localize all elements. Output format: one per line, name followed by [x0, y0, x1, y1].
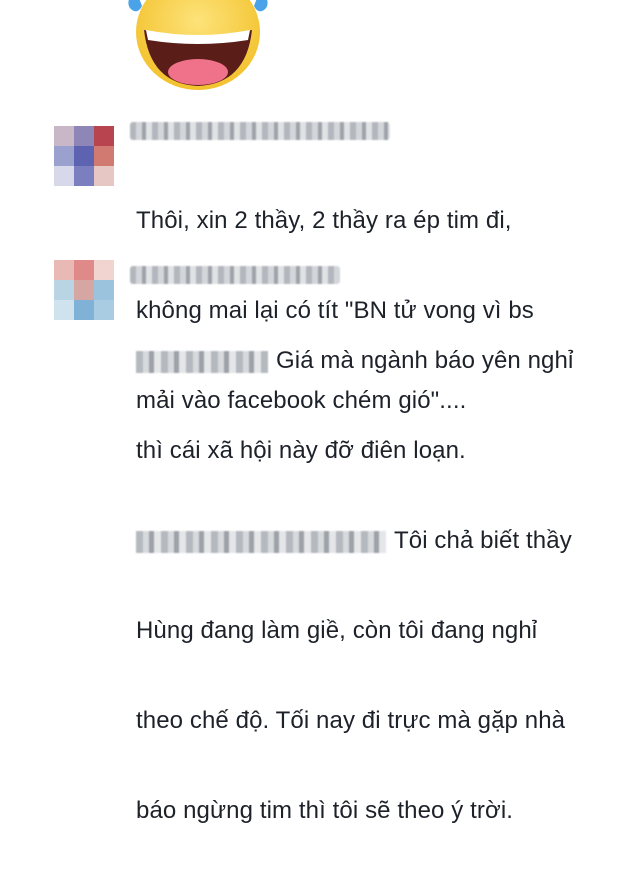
laughing-tears-emoji-icon [128, 0, 268, 90]
reply-line: theo chế độ. Tối nay đi trực mà gặp nhà [136, 707, 566, 734]
reply-line: thì cái xã hội này đỡ điên loạn. [136, 437, 466, 464]
avatar[interactable] [54, 126, 114, 186]
blurred-mention[interactable] [136, 350, 268, 373]
reply-text: Giá mà ngành báo yên nghỉ [276, 347, 574, 374]
avatar[interactable] [54, 260, 114, 320]
reply-line: Hùng đang làm giề, còn tôi đang nghỉ [136, 617, 538, 644]
reply-line: báo ngừng tim thì tôi sẽ theo ý trời. [136, 797, 514, 824]
comment-line: Thôi, xin 2 thầy, 2 thầy ra ép tim đi, [136, 207, 512, 234]
blurred-commenter-name[interactable] [130, 266, 340, 284]
blurred-mention[interactable] [136, 530, 386, 553]
reply-text: Tôi chả biết thầy [394, 527, 572, 554]
blurred-commenter-name[interactable] [130, 122, 390, 140]
reply-line: Tôi chả biết thầy [136, 526, 573, 556]
reply-line: Giá mà ngành báo yên nghỉ [136, 346, 573, 376]
reply-text: Giá mà ngành báo yên nghỉ thì cái xã hội… [136, 286, 573, 886]
